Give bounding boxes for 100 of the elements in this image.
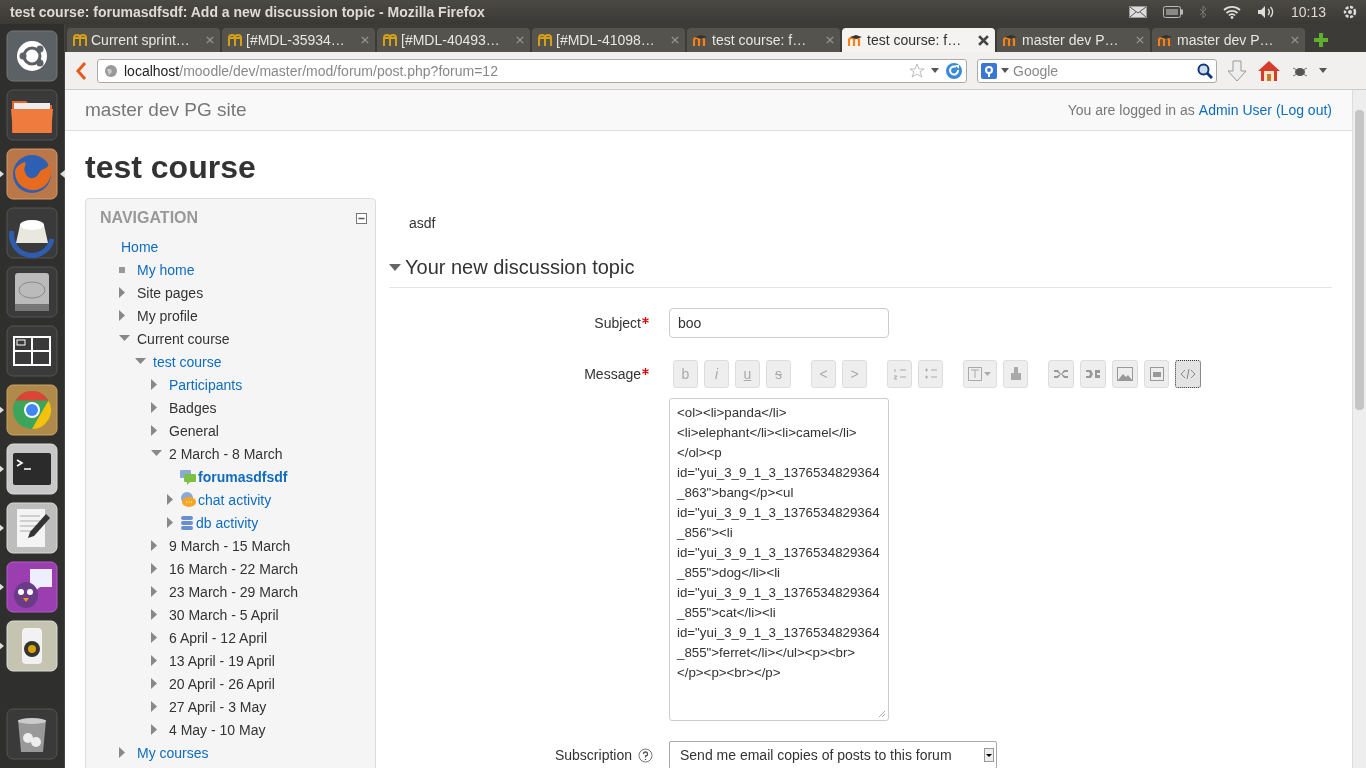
nav-item[interactable]: 4 May - 10 May (169, 721, 266, 738)
expanded-arrow-icon[interactable] (151, 450, 162, 457)
collapsed-arrow-icon[interactable] (151, 632, 158, 643)
home-icon[interactable] (1257, 59, 1281, 82)
expanded-arrow-icon[interactable] (135, 358, 146, 365)
back-icon[interactable] (75, 60, 87, 81)
nav-link[interactable]: My courses (137, 744, 209, 761)
browser-tab[interactable]: [#MDL-40493… (377, 28, 530, 52)
firefox-icon[interactable] (0, 148, 65, 200)
browser-tab[interactable]: Current sprint… (67, 28, 220, 52)
nav-item[interactable]: 13 April - 19 April (169, 652, 275, 669)
course-title: test course (85, 149, 257, 186)
browser-tab[interactable]: test course: f… (842, 28, 995, 52)
nav-item[interactable]: 2 March - 8 March (169, 445, 283, 462)
search-placeholder: Google (1013, 62, 1060, 79)
nav-item[interactable]: 23 March - 29 March (169, 583, 299, 600)
address-field[interactable]: localhost/moodle/dev/master/mod/forum/post.php?forum=12 (97, 58, 967, 83)
resize-handle-icon[interactable] (878, 710, 886, 718)
nav-item[interactable]: Site pages (137, 284, 204, 301)
user-link[interactable]: Admin User (1198, 102, 1272, 118)
power-icon[interactable] (1342, 4, 1358, 20)
scrollbar[interactable] (1352, 90, 1366, 768)
nav-link[interactable]: Participants (169, 376, 243, 393)
code-icon (1180, 369, 1196, 379)
tracker-logo-icon (73, 33, 88, 47)
collapsed-arrow-icon[interactable] (167, 517, 174, 528)
browser-tab[interactable]: test course: f… (687, 28, 840, 52)
nav-link[interactable]: chat activity (198, 491, 272, 508)
bluetooth-icon[interactable] (1198, 5, 1207, 19)
dropdown-icon[interactable] (1001, 67, 1009, 74)
volume-icon[interactable] (1256, 5, 1275, 19)
battery-icon[interactable] (1162, 6, 1183, 18)
nav-item[interactable]: 6 April - 12 April (169, 629, 268, 646)
message-field[interactable]: <ol><li>panda</li><li>elephant</li><li>camel</li></ol><p id="yui_3_9_1_3_1376534829364_863">bang</p><ul id="yui_3_9_1_3_1376534829364_856"><li id="yui_3_9_1_3_1376534829364_855">dog</li><li id="yui_3_9_1_3_1376534829364_855">cat</li><li id="yui_3_9_1_3_1376534829364_855">ferret</li></ul><p><br></p><p><br></p> (669, 398, 889, 721)
logout-link[interactable]: (Log out) (1275, 102, 1332, 118)
collapsed-arrow-icon[interactable] (119, 747, 126, 758)
nav-item[interactable]: 20 April - 26 April (169, 675, 275, 692)
wifi-icon[interactable] (1222, 5, 1241, 19)
collapsed-arrow-icon[interactable] (119, 310, 126, 321)
dropdown-icon[interactable] (1319, 67, 1327, 74)
dropdown-icon[interactable] (931, 67, 939, 74)
field-label: Subject (594, 315, 641, 331)
nav-link[interactable]: forumasdfsdf (198, 468, 288, 485)
link-icon (1053, 368, 1069, 380)
nav-link[interactable]: Home (121, 238, 159, 255)
subject-field[interactable]: boo (669, 308, 889, 338)
nav-item[interactable]: Current course (137, 330, 230, 347)
search-field[interactable]: Google (977, 58, 1217, 83)
collapsed-arrow-icon[interactable] (119, 287, 126, 298)
bullet-icon (119, 266, 125, 273)
collapsed-arrow-icon[interactable] (151, 379, 158, 390)
nav-item[interactable]: 30 March - 5 April (169, 606, 279, 623)
new-tab-icon[interactable] (1313, 32, 1329, 48)
search-icon[interactable] (1197, 62, 1213, 79)
collapse-icon[interactable] (356, 212, 367, 224)
numbered-list-icon (892, 367, 907, 381)
image-icon (1117, 367, 1133, 381)
help-icon[interactable] (638, 747, 653, 763)
star-icon[interactable] (909, 62, 925, 79)
toolbar-button[interactable] (1175, 360, 1201, 388)
clock[interactable]: 10:13 (1290, 4, 1326, 20)
collapsed-arrow-icon[interactable] (151, 701, 158, 712)
nav-link[interactable]: db activity (196, 514, 259, 531)
subscription-select[interactable]: Send me email copies of posts to this forum (669, 741, 997, 768)
collapsed-arrow-icon[interactable] (151, 678, 158, 689)
collapsed-arrow-icon[interactable] (151, 540, 158, 551)
collapsed-arrow-icon[interactable] (151, 425, 158, 436)
browser-tab[interactable]: [#MDL-41098… (532, 28, 685, 52)
nav-item[interactable]: My profile (137, 307, 198, 324)
collapsed-arrow-icon[interactable] (151, 655, 158, 666)
nav-link[interactable]: test course (153, 353, 222, 370)
google-icon[interactable] (981, 62, 997, 79)
collapsed-arrow-icon[interactable] (151, 563, 158, 574)
dropdown-icon[interactable] (984, 748, 994, 762)
chat-bubble-icon (180, 491, 196, 508)
nav-item[interactable]: 16 March - 22 March (169, 560, 299, 577)
login-info: You are logged in as (1067, 102, 1195, 118)
collapsed-arrow-icon[interactable] (151, 609, 158, 620)
media-icon (1149, 367, 1164, 381)
section-toggle-icon[interactable] (389, 263, 401, 272)
site-name[interactable]: master dev PG site (85, 99, 247, 121)
collapsed-arrow-icon[interactable] (167, 494, 174, 505)
browser-tab[interactable]: master dev P… (997, 28, 1150, 52)
browser-tab[interactable]: master dev P… (1152, 28, 1305, 52)
forum-icon (180, 468, 196, 485)
nav-item[interactable]: General (169, 422, 219, 439)
collapsed-arrow-icon[interactable] (151, 724, 158, 735)
expanded-arrow-icon[interactable] (119, 335, 130, 342)
bullet-list-icon (923, 367, 938, 381)
collapsed-arrow-icon[interactable] (151, 586, 158, 597)
mail-icon[interactable] (1128, 6, 1147, 18)
nav-link[interactable]: My home (137, 261, 195, 278)
close-icon[interactable] (978, 34, 989, 46)
download-icon[interactable] (1227, 59, 1247, 82)
nav-item[interactable]: 9 March - 15 March (169, 537, 291, 554)
collapsed-arrow-icon[interactable] (151, 402, 158, 413)
nav-item[interactable]: Badges (169, 399, 217, 416)
reload-icon[interactable] (945, 61, 963, 80)
nav-item[interactable]: 27 April - 3 May (169, 698, 267, 715)
browser-tab[interactable]: [#MDL-35934… (222, 28, 375, 52)
